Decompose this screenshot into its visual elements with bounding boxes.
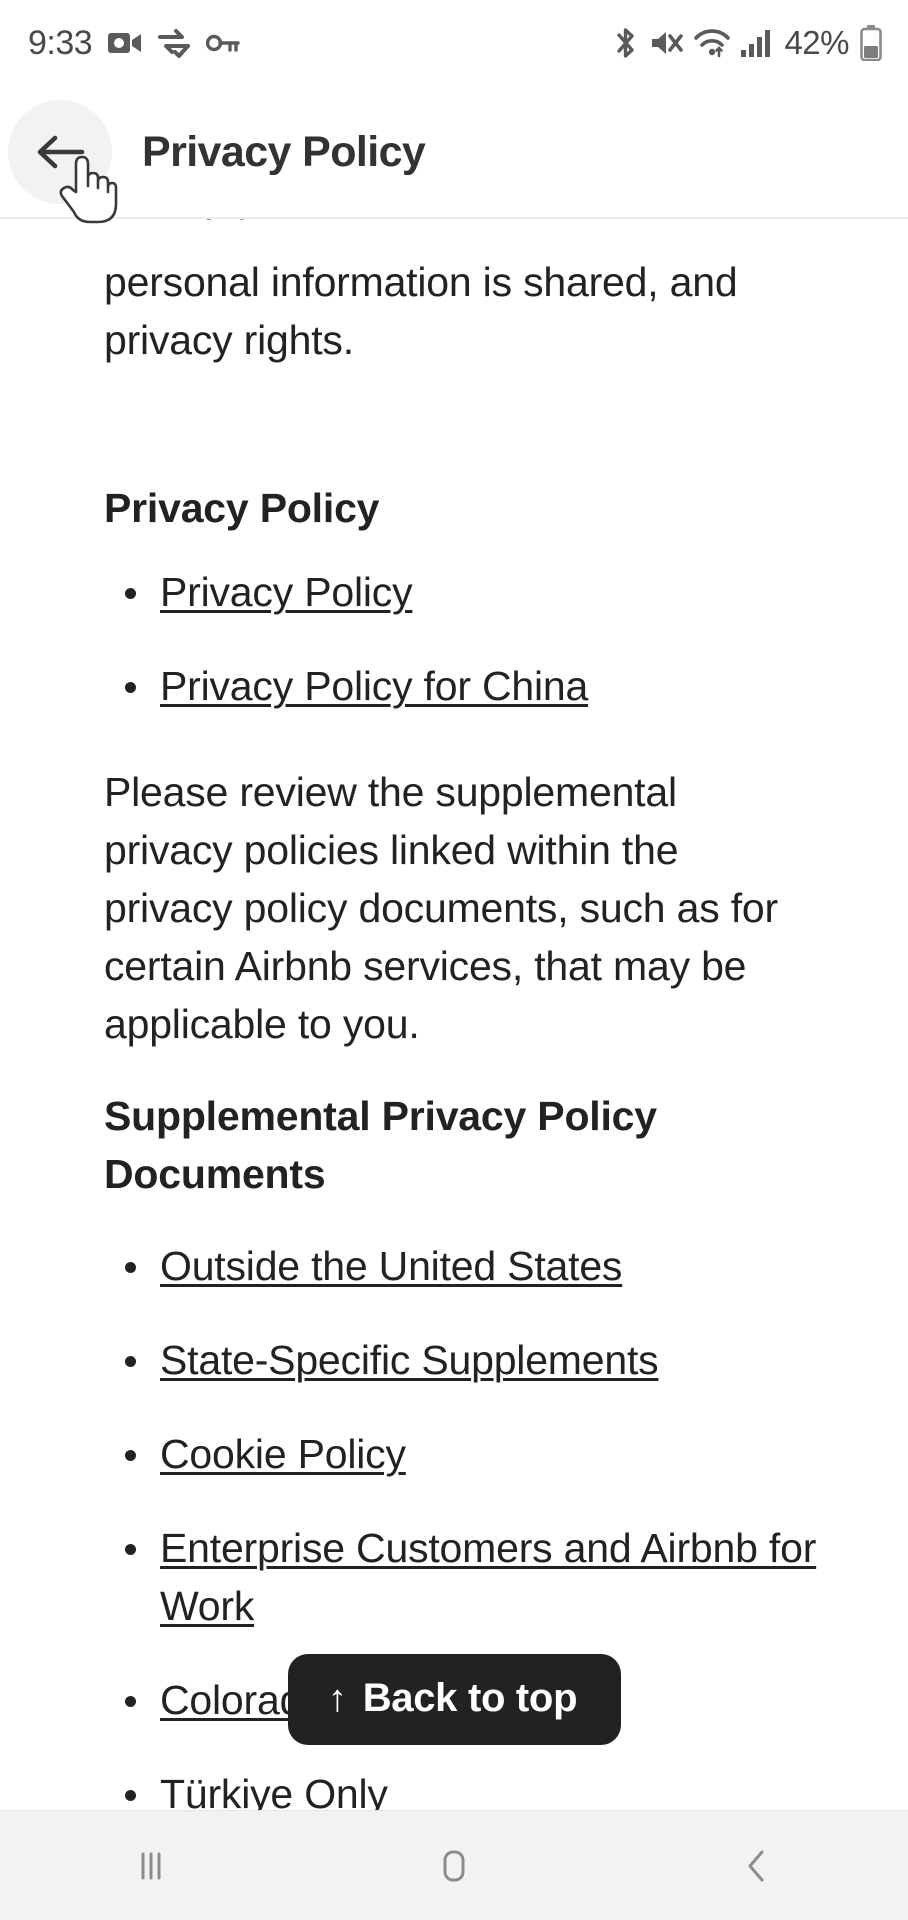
- android-navigation-bar: [0, 1810, 908, 1920]
- nav-back-button[interactable]: [677, 1811, 837, 1920]
- list-item: Türkiye Only: [125, 1765, 868, 1810]
- intro-paragraph: personal information is shared, and priv…: [104, 259, 738, 363]
- nav-home-button[interactable]: [374, 1811, 534, 1920]
- home-icon: [443, 1850, 465, 1881]
- list-item: Privacy Policy for China: [125, 657, 868, 715]
- app-header: Privacy Policy: [0, 86, 908, 218]
- link-privacy-policy[interactable]: Privacy Policy: [160, 569, 413, 615]
- privacy-policy-link-list: Privacy Policy Privacy Policy for China: [0, 563, 908, 715]
- header-back-button[interactable]: [8, 100, 112, 204]
- status-bar-left: 9:33: [28, 24, 240, 63]
- link-outside-united-states[interactable]: Outside the United States: [160, 1243, 622, 1289]
- clipped-text: to help you understand how: [104, 219, 608, 221]
- back-to-top-button[interactable]: ↑ Back to top: [288, 1654, 622, 1745]
- list-item: Enterprise Customers and Airbnb for Work: [125, 1519, 868, 1635]
- phone-screen: 9:33 42% Privacy Policy personal informa…: [0, 0, 908, 1920]
- bluetooth-icon: [617, 28, 635, 58]
- clipped-text-row: to help you understand how: [0, 219, 908, 241]
- volume-mute-icon: [652, 32, 684, 54]
- up-arrow-icon: ↑: [328, 1677, 347, 1720]
- status-bar-right: 42%: [614, 24, 882, 62]
- vpn-transfer-icon: [158, 29, 191, 58]
- key-icon: [206, 34, 240, 52]
- page-title: Privacy Policy: [142, 127, 426, 176]
- link-privacy-policy-china[interactable]: Privacy Policy for China: [160, 663, 588, 709]
- wifi-icon: [694, 29, 731, 58]
- status-bar: 9:33 42%: [0, 0, 908, 86]
- battery-percent-label: 42%: [784, 24, 849, 61]
- privacy-policy-content[interactable]: to help you understand how personal info…: [0, 219, 908, 1810]
- link-state-specific-supplements[interactable]: State-Specific Supplements: [160, 1337, 659, 1383]
- link-enterprise-customers-airbnb-for-work[interactable]: Enterprise Customers and Airbnb for Work: [160, 1525, 816, 1629]
- section-heading-supplemental-documents: Supplemental Privacy Policy Documents: [104, 1093, 657, 1197]
- list-item: Cookie Policy: [125, 1425, 868, 1483]
- list-item: Privacy Policy: [125, 563, 868, 621]
- back-arrow-icon: [37, 135, 85, 169]
- back-icon: [748, 1850, 764, 1881]
- list-item: State-Specific Supplements: [125, 1331, 868, 1389]
- link-turkiye-only[interactable]: Türkiye Only: [160, 1771, 388, 1810]
- section-heading-privacy-policy: Privacy Policy: [104, 485, 380, 531]
- supplemental-paragraph: Please review the supplemental privacy p…: [104, 769, 778, 1047]
- back-to-top-label: Back to top: [362, 1676, 578, 1720]
- recents-icon: [141, 1852, 161, 1879]
- status-bar-clock: 9:33: [28, 23, 93, 62]
- cellular-signal-icon: [741, 30, 771, 57]
- video-camera-icon: [108, 33, 142, 53]
- link-cookie-policy[interactable]: Cookie Policy: [160, 1431, 406, 1477]
- list-item: Outside the United States: [125, 1237, 868, 1295]
- battery-icon: [860, 25, 882, 61]
- nav-recents-button[interactable]: [71, 1811, 231, 1920]
